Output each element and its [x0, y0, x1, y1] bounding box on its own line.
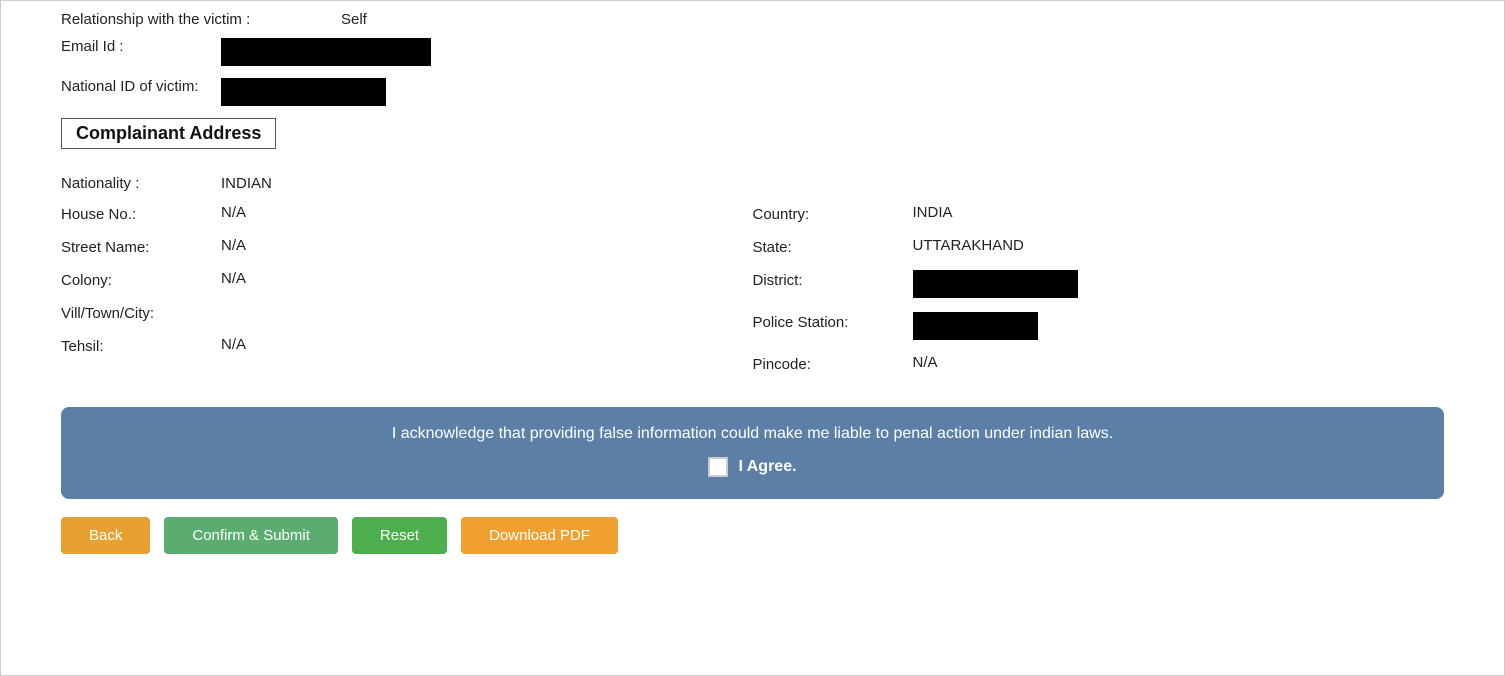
nationality-label: Nationality :	[61, 175, 221, 192]
reset-button[interactable]: Reset	[352, 517, 447, 554]
tehsil-label: Tehsil:	[61, 336, 221, 355]
district-redacted	[913, 270, 1078, 298]
house-no-value: N/A	[221, 204, 246, 221]
pincode-value: N/A	[913, 354, 938, 371]
confirm-submit-button[interactable]: Confirm & Submit	[164, 517, 338, 554]
police-station-row: Police Station:	[753, 312, 1445, 340]
street-name-value: N/A	[221, 237, 246, 254]
country-value: INDIA	[913, 204, 953, 221]
colony-label: Colony:	[61, 270, 221, 289]
address-right-col: Country: INDIA State: UTTARAKHAND Distri…	[753, 204, 1445, 387]
national-id-label: National ID of victim:	[61, 78, 221, 95]
nationality-value: INDIAN	[221, 175, 272, 192]
vill-town-city-label: Vill/Town/City:	[61, 303, 221, 322]
buttons-row: Back Confirm & Submit Reset Download PDF	[61, 517, 1444, 554]
country-label: Country:	[753, 204, 913, 223]
address-grid: House No.: N/A Street Name: N/A Colony: …	[61, 204, 1444, 387]
vill-town-city-row: Vill/Town/City:	[61, 303, 753, 322]
agree-row: I Agree.	[91, 457, 1414, 477]
complainant-address-heading-wrap: Complainant Address	[61, 118, 1444, 161]
house-no-label: House No.:	[61, 204, 221, 223]
relationship-value: Self	[341, 11, 367, 28]
relationship-row: Relationship with the victim : Self	[61, 11, 1444, 28]
police-station-label: Police Station:	[753, 312, 913, 331]
tehsil-value: N/A	[221, 336, 246, 353]
national-id-redacted	[221, 78, 386, 106]
agree-checkbox[interactable]	[708, 457, 728, 477]
national-id-row: National ID of victim:	[61, 78, 1444, 106]
police-station-redacted	[913, 312, 1038, 340]
complainant-address-heading: Complainant Address	[61, 118, 276, 149]
district-row: District:	[753, 270, 1445, 298]
pincode-row: Pincode: N/A	[753, 354, 1445, 373]
download-pdf-button[interactable]: Download PDF	[461, 517, 618, 554]
country-row: Country: INDIA	[753, 204, 1445, 223]
agree-label: I Agree.	[738, 458, 796, 476]
email-redacted	[221, 38, 431, 66]
tehsil-row: Tehsil: N/A	[61, 336, 753, 355]
acknowledge-box: I acknowledge that providing false infor…	[61, 407, 1444, 499]
nationality-row: Nationality : INDIAN	[61, 175, 1444, 192]
state-row: State: UTTARAKHAND	[753, 237, 1445, 256]
state-label: State:	[753, 237, 913, 256]
address-left-col: House No.: N/A Street Name: N/A Colony: …	[61, 204, 753, 387]
back-button[interactable]: Back	[61, 517, 150, 554]
district-label: District:	[753, 270, 913, 289]
street-name-label: Street Name:	[61, 237, 221, 256]
pincode-label: Pincode:	[753, 354, 913, 373]
colony-row: Colony: N/A	[61, 270, 753, 289]
email-label: Email Id :	[61, 38, 221, 55]
acknowledge-text: I acknowledge that providing false infor…	[91, 425, 1414, 443]
house-no-row: House No.: N/A	[61, 204, 753, 223]
relationship-label: Relationship with the victim :	[61, 11, 341, 28]
page-container: Relationship with the victim : Self Emai…	[0, 0, 1505, 676]
email-row: Email Id :	[61, 38, 1444, 66]
colony-value: N/A	[221, 270, 246, 287]
state-value: UTTARAKHAND	[913, 237, 1024, 254]
street-name-row: Street Name: N/A	[61, 237, 753, 256]
